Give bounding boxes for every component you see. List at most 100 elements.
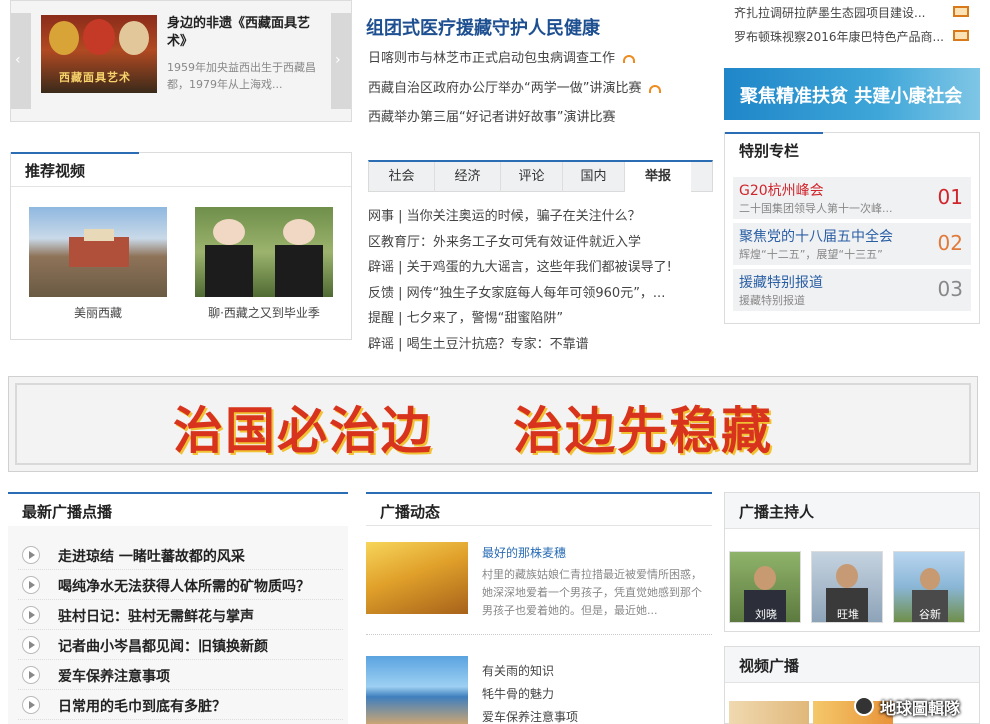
tab-list-item[interactable]: 辟谣 | 关于鸡蛋的九大谣言，这些年我们都被误导了! <box>368 256 708 275</box>
news-item[interactable]: 爱车保养注意事项 <box>482 708 578 724</box>
main-headline[interactable]: 组团式医疗援藏守护人民健康 <box>366 14 600 40</box>
hosts-panel: 广播主持人 刘晓 旺堆 谷新 <box>724 492 980 632</box>
host-card[interactable]: 谷新 <box>893 551 965 623</box>
tab-domestic[interactable]: 国内 <box>563 162 625 192</box>
headline-item-text: 西藏举办第三届“好记者讲好故事”演讲比赛 <box>368 110 616 125</box>
tab-commentary[interactable]: 评论 <box>501 162 563 192</box>
broadcast-item-title: 记者曲小岑昌都见闻：旧镇换新颜 <box>58 639 268 655</box>
play-icon[interactable] <box>22 576 40 594</box>
broadcast-item-title: 喝纯净水无法获得人体所需的矿物质吗？ <box>58 579 310 595</box>
broadcast-item[interactable]: 记者曲小岑昌都见闻：旧镇换新颜 <box>18 630 343 660</box>
panel-header: 最新广播点播 <box>8 492 348 526</box>
banner-frame <box>15 383 971 465</box>
tab-list-item[interactable]: 提醒 | 七夕来了，警惕“甜蜜陷阱” <box>368 307 708 326</box>
host-name: 刘晓 <box>755 608 777 621</box>
news-feature-image[interactable] <box>366 542 468 614</box>
feature-title[interactable]: 身边的非遗《西藏面具艺术》 <box>167 15 317 51</box>
broadcast-item[interactable]: 喝纯净水无法获得人体所需的矿物质吗？ <box>18 570 343 600</box>
news-tabs: 社会 经济 评论 国内 举报 <box>368 160 713 192</box>
news-second-image[interactable] <box>366 656 468 724</box>
headline-item-text: 西藏自治区政府办公厅举办“两学一做”讲演比赛 <box>368 81 642 96</box>
feature-panel: ‹ 西藏面具艺术 身边的非遗《西藏面具艺术》 1959年加央益西出生于西藏昌都，… <box>10 0 352 122</box>
mail-icon[interactable] <box>953 6 969 17</box>
panel-title: 推荐视频 <box>25 162 86 180</box>
host-card[interactable]: 旺堆 <box>811 551 883 623</box>
headset-icon[interactable] <box>649 84 662 93</box>
play-icon[interactable] <box>22 606 40 624</box>
tab-list-item[interactable]: 辟谣 | 喝生土豆汁抗癌？专家：不靠谱 <box>368 333 708 352</box>
video-broadcast-thumbnail[interactable] <box>729 701 809 724</box>
headline-item[interactable]: 日喀则市与林芝市正式启动包虫病调查工作 <box>368 47 636 66</box>
globe-icon <box>854 696 874 716</box>
headline-item-text: 日喀则市与林芝市正式启动包虫病调查工作 <box>368 51 616 66</box>
special-item-heading: 聚焦党的十八届五中全会 <box>739 229 893 245</box>
tab-economy[interactable]: 经济 <box>435 162 501 192</box>
chevron-right-icon: › <box>335 52 341 68</box>
poverty-banner[interactable]: 聚焦精准扶贫 共建小康社会 <box>724 68 980 120</box>
broadcast-item-title: 走进琼结 一睹吐蕃故都的风采 <box>58 549 245 565</box>
news-feature-desc: 村里的藏族姑娘仁青拉措最近被爱情所困惑，她深深地爱着一个男孩子，凭直觉她感到那个… <box>482 568 702 617</box>
poverty-banner-text: 聚焦精准扶贫 共建小康社会 <box>740 86 963 107</box>
carousel-prev-button[interactable]: ‹ <box>11 13 31 109</box>
top-right-item[interactable]: 罗布顿珠视察2016年康巴特色产品商... <box>734 28 944 45</box>
play-icon[interactable] <box>22 696 40 714</box>
video-thumbnail[interactable] <box>29 207 167 297</box>
recommended-video-panel: 推荐视频 美丽西藏 聊·西藏之又到毕业季 <box>10 152 352 340</box>
watermark-text: 地球圖輯隊 <box>880 699 961 718</box>
tab-report[interactable]: 举报 <box>625 162 691 192</box>
feature-image[interactable]: 西藏面具艺术 <box>41 15 157 93</box>
broadcast-list-panel: 最新广播点播 走进琼结 一睹吐蕃故都的风采 喝纯净水无法获得人体所需的矿物质吗？… <box>8 492 348 724</box>
host-name: 旺堆 <box>837 608 859 621</box>
special-item-sub: 二十国集团领导人第十一次峰... <box>739 202 893 215</box>
special-item[interactable]: 援藏特别报道 援藏特别报道 03 <box>733 269 971 311</box>
special-column-panel: 特别专栏 G20杭州峰会 二十国集团领导人第十一次峰... 01 聚焦党的十八届… <box>724 132 980 324</box>
video-caption[interactable]: 美丽西藏 <box>29 304 167 321</box>
chevron-left-icon: ‹ <box>15 52 21 68</box>
video-caption[interactable]: 聊·西藏之又到毕业季 <box>195 304 333 321</box>
news-item[interactable]: 牦牛骨的魅力 <box>482 685 554 702</box>
panel-header: 广播主持人 <box>725 493 979 529</box>
host-card[interactable]: 刘晓 <box>729 551 801 623</box>
broadcast-item[interactable]: 爱车保养注意事项 <box>18 660 343 690</box>
tab-list-item[interactable]: 反馈 | 网传“独生子女家庭每人每年可领960元”，... <box>368 282 708 301</box>
special-item-heading: G20杭州峰会 <box>739 183 824 199</box>
headset-icon[interactable] <box>623 54 636 63</box>
broadcast-item-title: 爱车保养注意事项 <box>58 669 170 685</box>
special-item-number: 01 <box>937 185 963 209</box>
broadcast-item[interactable]: 走进琼结 一睹吐蕃故都的风采 <box>18 540 343 570</box>
headline-item[interactable]: 西藏自治区政府办公厅举办“两学一做”讲演比赛 <box>368 77 662 96</box>
play-icon[interactable] <box>22 666 40 684</box>
headline-item[interactable]: 西藏举办第三届“好记者讲好故事”演讲比赛 <box>368 106 615 125</box>
special-item[interactable]: 聚焦党的十八届五中全会 辉煌“十二五”，展望“十三五” 02 <box>733 223 971 265</box>
panel-title: 广播主持人 <box>739 503 815 521</box>
tab-society[interactable]: 社会 <box>369 162 435 192</box>
banner-slogan-right: 治边先稳藏 <box>513 402 773 460</box>
tab-list-item[interactable]: 区教育厅：外来务工子女可凭有效证件就近入学 <box>368 231 708 250</box>
host-name: 谷新 <box>919 608 941 621</box>
feature-image-caption: 西藏面具艺术 <box>59 71 131 84</box>
special-item[interactable]: G20杭州峰会 二十国集团领导人第十一次峰... 01 <box>733 177 971 219</box>
broadcast-item-title: 日常用的毛巾到底有多脏？ <box>58 699 226 715</box>
special-item-number: 02 <box>937 231 963 255</box>
banner-slogan-left: 治国必治边 <box>173 402 433 460</box>
play-icon[interactable] <box>22 636 40 654</box>
special-item-sub: 援藏特别报道 <box>739 294 805 307</box>
video-thumbnail[interactable] <box>195 207 333 297</box>
tab-list-item[interactable]: 网事 | 当你关注奥运的时候，骗子在关注什么？ <box>368 205 708 224</box>
broadcast-item[interactable]: 日常用的毛巾到底有多脏？ <box>18 690 343 720</box>
news-item[interactable]: 有关雨的知识 <box>482 662 554 679</box>
mail-icon[interactable] <box>953 30 969 41</box>
play-icon[interactable] <box>22 546 40 564</box>
panel-header: 广播动态 <box>366 492 712 526</box>
panel-title: 视频广播 <box>739 657 800 675</box>
top-right-item[interactable]: 齐扎拉调研拉萨墨生态园项目建设... <box>734 4 944 21</box>
header-accent-bar <box>11 152 139 154</box>
special-item-sub: 辉煌“十二五”，展望“十三五” <box>739 248 883 261</box>
slogan-banner[interactable]: 治国必治边 治边先稳藏 <box>8 376 978 472</box>
panel-title: 最新广播点播 <box>22 503 113 521</box>
panel-title: 特别专栏 <box>739 142 800 160</box>
broadcast-item-title: 驻村日记：驻村无需鲜花与掌声 <box>58 609 254 625</box>
broadcast-item[interactable]: 驻村日记：驻村无需鲜花与掌声 <box>18 600 343 630</box>
carousel-next-button[interactable]: › <box>331 13 351 109</box>
news-feature-title[interactable]: 最好的那株麦穗 <box>482 544 566 561</box>
